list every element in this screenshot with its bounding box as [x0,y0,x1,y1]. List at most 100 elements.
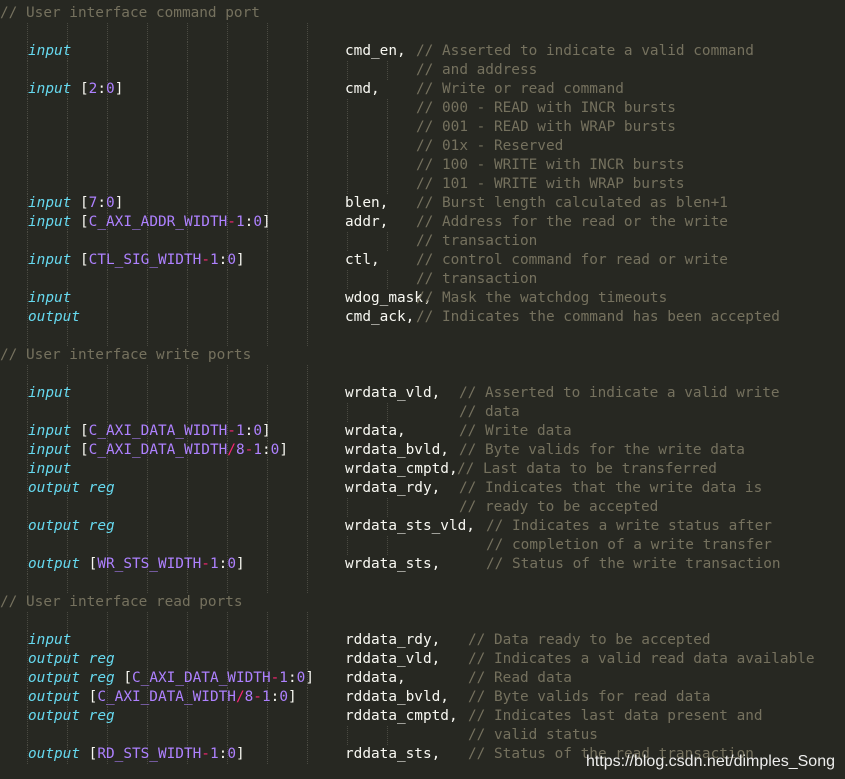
indent-guide [227,194,228,213]
indent-guide [147,403,148,422]
indent-guide [307,707,308,726]
port-name: rddata, [345,670,406,686]
range-token: 0 [279,689,288,705]
port-name: wrdata_vld, [345,385,441,401]
indent-guide [27,232,28,251]
range-token: C_AXI_DATA_WIDTH [97,689,236,705]
indent-guide [227,232,228,251]
indent-guide [187,80,188,99]
code-line: input rddata_rdy, // Data ready to be acce… [0,631,845,650]
indent-guide [67,403,68,422]
keyword-input: input [28,43,72,59]
indent-guide [227,536,228,555]
indent-guide [307,479,308,498]
range-token: 0 [253,214,262,230]
indent-guide [107,289,108,308]
indent-guide [347,99,348,118]
code-line: input wrdata_vld, // Asserted to indicate … [0,384,845,403]
indent-guide [307,42,308,61]
indent-guide [187,61,188,80]
line-comment: // Indicates that the write data is [459,480,763,496]
code-line: // transaction [0,270,845,289]
indent-guide [267,194,268,213]
indent-guide [267,479,268,498]
indent-guide [227,80,228,99]
indent-guide [387,99,388,118]
indent-guide [147,118,148,137]
indent-guide [267,232,268,251]
port-declaration: input [28,631,71,650]
code-line: output reg rddata_cmptd, // Indicates last… [0,707,845,726]
indent-guide [187,327,188,346]
line-comment: // Status of the write transaction [486,556,781,572]
indent-guide [307,650,308,669]
code-line: // and address [0,61,845,80]
code-line: output reg rddata_vld, // Indicates a vali… [0,650,845,669]
indent-guide [307,460,308,479]
section-comment: // User interface read ports [0,594,243,610]
code-line: input [CTL_SIG_WIDTH-1:0] ctl, // control … [0,251,845,270]
indent-guide [187,479,188,498]
indent-guide [147,270,148,289]
keyword-output: output [28,670,80,686]
port-declaration: output reg [28,650,115,669]
range-token: 0 [106,81,115,97]
keyword-output: output [28,556,80,572]
bracket-open: [ [80,423,89,439]
code-line: input wrdata_cmptd,// Last data to be tra… [0,460,845,479]
keyword-reg: reg [88,651,115,667]
indent-guide [107,270,108,289]
indent-guide [107,498,108,517]
indent-guide [107,460,108,479]
indent-guide [187,137,188,156]
indent-guide [187,289,188,308]
range-token: C_AXI_DATA_WIDTH [88,423,228,439]
indent-guide [267,251,268,270]
indent-guide [307,232,308,251]
keyword-input: input [28,81,72,97]
indent-guide [107,726,108,745]
code-editor[interactable]: // User interface command port input cmd_e… [0,0,845,779]
port-name: rddata_cmptd, [345,708,458,724]
indent-guide [107,23,108,42]
indent-guide [147,650,148,669]
keyword-output: output [28,746,80,762]
indent-guide [267,365,268,384]
indent-guide [67,536,68,555]
indent-guide [187,156,188,175]
line-comment: // Indicates a write status after [486,518,772,534]
keyword-input: input [28,442,72,458]
indent-guide [227,631,228,650]
code-line [0,327,845,346]
indent-guide [307,61,308,80]
indent-guide [107,574,108,593]
indent-guide [267,270,268,289]
indent-guide [187,403,188,422]
indent-guide [227,270,228,289]
indent-guide [307,422,308,441]
port-declaration: input [7:0] [28,194,123,213]
indent-guide [67,156,68,175]
code-line: input [C_AXI_DATA_WIDTH-1:0] wrdata, // Wr… [0,422,845,441]
range-token: : [287,670,297,686]
indent-guide [227,384,228,403]
indent-guide [107,612,108,631]
indent-guide [227,175,228,194]
indent-guide [27,23,28,42]
indent-guide [147,517,148,536]
indent-guide [267,42,268,61]
port-declaration: output [RD_STS_WIDTH-1:0] [28,745,245,764]
keyword-output: output [28,689,80,705]
indent-guide [267,289,268,308]
line-comment: // 100 - WRITE with INCR bursts [416,157,685,173]
port-name: wrdata_sts, [345,556,441,572]
code-line: // transaction [0,232,845,251]
line-comment: // Indicates the command has been accept… [416,309,780,325]
indent-guide [187,726,188,745]
range-token: 8 [244,689,254,705]
indent-guide [27,403,28,422]
indent-guide [187,308,188,327]
code-line: output [WR_STS_WIDTH-1:0] wrdata_sts, // S… [0,555,845,574]
range-token: : [261,442,271,458]
indent-guide [347,232,348,251]
